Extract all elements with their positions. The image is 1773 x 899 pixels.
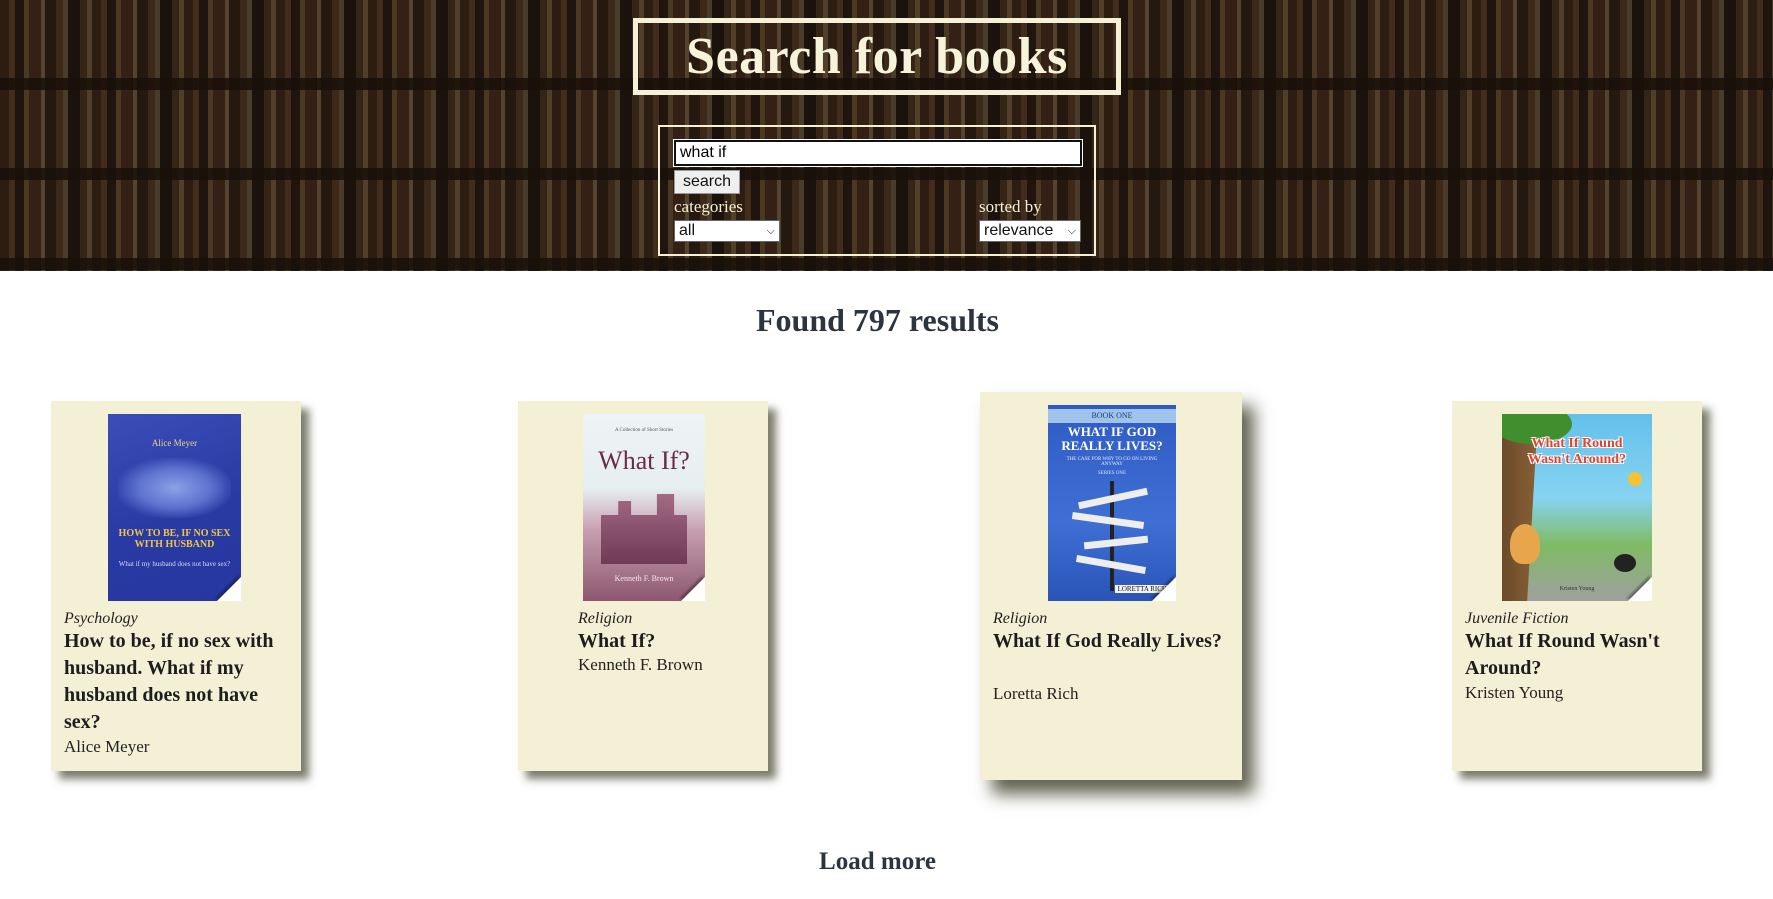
page-curl	[1628, 577, 1652, 601]
cover-sun	[1628, 472, 1642, 486]
results-count: Found 797 results	[755, 302, 999, 338]
book-author: Kenneth F. Brown	[578, 655, 703, 674]
chevron-down-icon: ⌵	[1067, 224, 1076, 237]
cover-series-text: SERIES ONE	[1097, 471, 1127, 476]
cover-title-text: What If Round Wasn't Around?	[1527, 436, 1627, 467]
cover-subtitle-text: What if my husband does not have sex?	[118, 560, 231, 568]
cover-title-text: What If?	[598, 446, 690, 475]
book-category: Religion	[993, 610, 1048, 627]
book-card[interactable]: What If Round Wasn't Around? Kristen You…	[1452, 401, 1702, 771]
cover-series-text: A Collection of Short Stories	[614, 428, 674, 433]
book-category: Religion	[578, 610, 633, 627]
page-curl	[217, 577, 241, 601]
signpost-arrow	[1071, 512, 1145, 529]
book-card[interactable]: Alice Meyer HOW TO BE, IF NO SEX WITH HU…	[51, 401, 301, 771]
sort-select[interactable]: relevance ⌵	[979, 220, 1081, 242]
cover-bird-character	[1614, 554, 1636, 572]
categories-select[interactable]: all ⌵	[674, 220, 780, 242]
cover-castle-illustration	[601, 494, 687, 564]
book-category: Juvenile Fiction	[1465, 610, 1569, 627]
cover-title-text: WHAT IF GOD REALLY LIVES?	[1061, 424, 1163, 453]
book-category: Psychology	[64, 610, 138, 627]
signpost-arrow	[1083, 535, 1149, 550]
header-banner: Search for books search categories all ⌵…	[0, 0, 1773, 271]
cover-book-number: BOOK ONE	[1048, 409, 1176, 423]
chevron-down-icon: ⌵	[766, 224, 775, 237]
sort-selected-value: relevance	[984, 222, 1054, 239]
book-cover: Alice Meyer HOW TO BE, IF NO SEX WITH HU…	[108, 414, 241, 601]
cover-child-character	[1510, 524, 1540, 564]
search-button[interactable]: search	[674, 170, 741, 194]
book-title[interactable]: What If God Really Lives?	[993, 628, 1228, 655]
categories-label: categories	[674, 197, 743, 216]
book-cover: BOOK ONE WHAT IF GOD REALLY LIVES? THE C…	[1048, 405, 1176, 601]
page-curl	[1152, 577, 1176, 601]
book-card[interactable]: BOOK ONE WHAT IF GOD REALLY LIVES? THE C…	[980, 392, 1242, 780]
book-title[interactable]: What If Round Wasn't Around?	[1465, 628, 1695, 682]
page-title: Search for books	[686, 28, 1068, 85]
load-more-button[interactable]: Load more	[0, 848, 1755, 876]
categories-selected-value: all	[679, 222, 696, 239]
book-author: Alice Meyer	[64, 737, 150, 756]
page-title-box: Search for books	[633, 18, 1121, 95]
search-input[interactable]	[673, 139, 1083, 167]
book-card[interactable]: A Collection of Short Stories What If? K…	[518, 401, 768, 771]
book-cover: A Collection of Short Stories What If? K…	[583, 414, 705, 601]
cover-subtitle-text: THE CASE FOR WHY TO GO ON LIVING ANYWAY	[1066, 457, 1158, 467]
cover-title-text: HOW TO BE, IF NO SEX WITH HUSBAND	[118, 528, 231, 550]
book-title[interactable]: How to be, if no sex with husband. What …	[64, 628, 289, 736]
book-author: Loretta Rich	[993, 684, 1079, 703]
book-author: Kristen Young	[1465, 683, 1564, 702]
book-title[interactable]: What If?	[578, 628, 758, 655]
search-form: search categories all ⌵ sorted by releva…	[658, 125, 1096, 256]
page-curl	[681, 577, 705, 601]
cover-illustration	[118, 458, 231, 518]
book-cover: What If Round Wasn't Around? Kristen You…	[1502, 414, 1652, 601]
sorted-by-label: sorted by	[979, 197, 1042, 216]
cover-author-text: Alice Meyer	[151, 438, 198, 448]
